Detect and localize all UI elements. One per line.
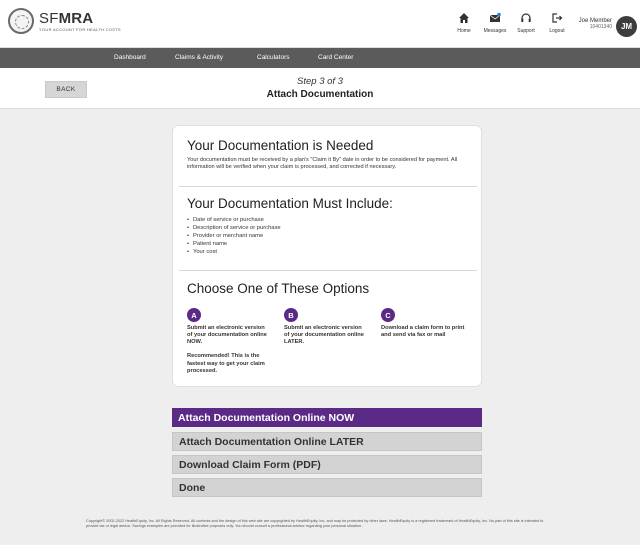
nav-claims-activity[interactable]: Claims & Activity — [175, 54, 223, 61]
option-c-badge: C — [381, 308, 395, 322]
logout-link[interactable]: Logout — [542, 11, 572, 34]
top-header: SFMRA YOUR ACCOUNT FOR HEALTH COSTS Home… — [0, 0, 640, 48]
step-indicator: Step 3 of 3 — [297, 76, 343, 87]
city-seal-icon — [8, 8, 34, 34]
messages-link[interactable]: Messages — [480, 11, 510, 34]
logout-icon — [542, 11, 572, 24]
brand-name: SFMRA — [39, 9, 94, 27]
user-info[interactable]: Joe Member 10401340 — [579, 18, 612, 30]
attach-later-button[interactable]: Attach Documentation Online LATER — [172, 432, 482, 451]
option-a-text: Submit an electronic version of your doc… — [187, 325, 267, 346]
documentation-include-heading: Your Documentation Must Include: — [187, 196, 393, 211]
divider — [179, 270, 477, 271]
footer-copyright: Copyright© 2002-2022 HealthEquity, Inc. … — [86, 519, 544, 529]
attach-now-button[interactable]: Attach Documentation Online NOW — [172, 408, 482, 427]
option-b: B Submit an electronic version of your d… — [284, 308, 368, 346]
page-title: Attach Documentation — [266, 89, 374, 100]
sfmra-logo[interactable]: SFMRA YOUR ACCOUNT FOR HEALTH COSTS — [8, 8, 121, 34]
download-claim-form-button[interactable]: Download Claim Form (PDF) — [172, 455, 482, 474]
options-heading: Choose One of These Options — [187, 281, 370, 296]
user-id: 10401340 — [589, 23, 612, 30]
main-nav: Dashboard Claims & Activity Calculators … — [0, 48, 640, 68]
option-c: C Download a claim form to print and sen… — [381, 308, 465, 339]
list-item: Date of service or purchase — [187, 216, 469, 224]
documentation-needed-heading: Your Documentation is Needed — [187, 138, 374, 153]
support-icon — [511, 11, 541, 24]
done-button[interactable]: Done — [172, 478, 482, 497]
option-a-badge: A — [187, 308, 201, 322]
home-link[interactable]: Home — [449, 11, 479, 34]
brand-tagline: YOUR ACCOUNT FOR HEALTH COSTS — [39, 26, 121, 32]
documentation-needed-text: Your documentation must be received by a… — [187, 157, 458, 171]
support-link[interactable]: Support — [511, 11, 541, 34]
step-header: BACK Step 3 of 3 Attach Documentation — [0, 68, 640, 109]
option-b-text: Submit an electronic version of your doc… — [284, 325, 364, 346]
documentation-include-section: Your Documentation Must Include: Date of… — [187, 196, 469, 257]
avatar[interactable]: JM — [616, 16, 637, 37]
documentation-needed-section: Your Documentation is Needed Your docume… — [187, 138, 469, 172]
list-item: Provider or merchant name — [187, 232, 469, 240]
list-item: Your cost — [187, 248, 469, 256]
option-a-recommendation: Recommended! This is the fastest way to … — [187, 353, 265, 374]
option-a: A Submit an electronic version of your d… — [187, 308, 271, 375]
divider — [179, 186, 477, 187]
option-c-text: Download a claim form to print and send … — [381, 325, 465, 339]
messages-icon — [480, 11, 510, 24]
option-b-badge: B — [284, 308, 298, 322]
header-icon-bar: Home Messages Support Logout — [448, 11, 572, 34]
nav-card-center[interactable]: Card Center — [318, 54, 353, 61]
required-items-list: Date of service or purchase Description … — [187, 216, 469, 257]
options-section: Choose One of These Options — [187, 281, 469, 296]
nav-dashboard[interactable]: Dashboard — [114, 54, 146, 61]
nav-calculators[interactable]: Calculators — [257, 54, 290, 61]
list-item: Description of service or purchase — [187, 224, 469, 232]
home-icon — [449, 11, 479, 24]
documentation-info-card: Your Documentation is Needed Your docume… — [172, 125, 482, 387]
list-item: Patient name — [187, 240, 469, 248]
